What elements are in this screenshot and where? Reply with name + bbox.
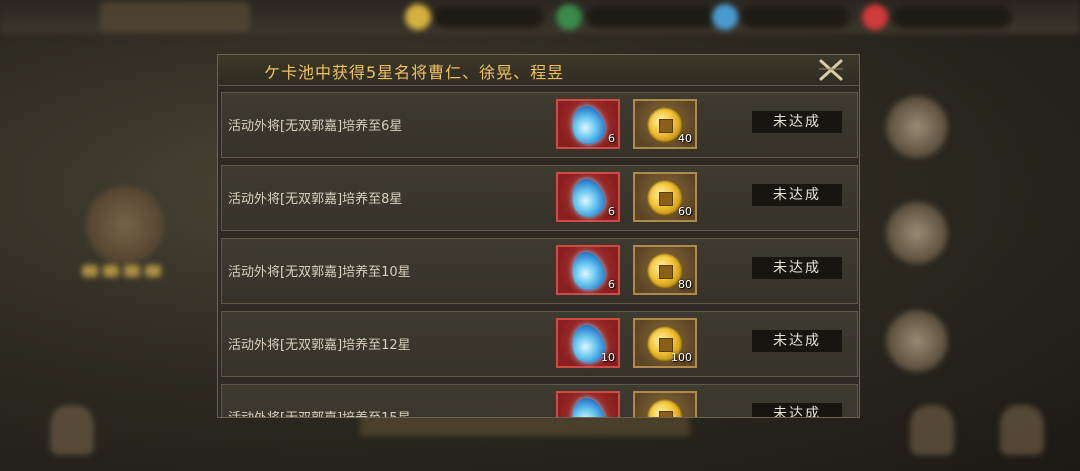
task-label: 活动外将[无双郭嘉]培养至8星 [228, 192, 403, 207]
reward-quantity: 6 [608, 278, 615, 291]
star-rating [82, 262, 166, 281]
reward-quantity: 6 [608, 132, 615, 145]
close-button[interactable] [817, 58, 845, 82]
character-portrait-icon [1000, 405, 1044, 455]
resource-counter [892, 6, 1012, 28]
blue-gem-icon [566, 393, 610, 417]
blue-gem-icon [566, 101, 610, 149]
reward-quantity: 60 [678, 205, 692, 218]
status-button[interactable]: 未达成 [752, 257, 842, 279]
resource-counter [434, 6, 544, 28]
reward-slot-gem[interactable]: 10 [556, 318, 620, 368]
blue-gem-icon [566, 174, 610, 222]
reward-quantity: 100 [671, 351, 692, 364]
close-x-icon [819, 59, 843, 81]
reward-slot-coin[interactable]: 60 [633, 172, 697, 222]
character-portrait-icon [50, 405, 94, 455]
character-portrait-icon [910, 405, 954, 455]
status-button[interactable]: 未达成 [752, 111, 842, 133]
menu-medallion-icon [886, 202, 948, 264]
green-resource-icon [556, 4, 582, 30]
red-resource-icon [862, 4, 888, 30]
task-row: 活动外将[无双郭嘉]培养至15星 未达成 [221, 384, 858, 417]
task-label: 活动外将[无双郭嘉]培养至10星 [228, 265, 411, 280]
reward-quantity: 6 [608, 205, 615, 218]
reward-slot-gem[interactable]: 6 [556, 99, 620, 149]
menu-medallion-icon [886, 310, 948, 372]
menu-medallion-icon [886, 96, 948, 158]
reward-quantity: 10 [601, 351, 615, 364]
task-label: 活动外将[无双郭嘉]培养至6星 [228, 119, 403, 134]
status-button[interactable]: 未达成 [752, 403, 842, 417]
task-row: 活动外将[无双郭嘉]培养至6星 6 40 未达成 [221, 92, 858, 158]
reward-quantity: 80 [678, 278, 692, 291]
task-label: 活动外将[无双郭嘉]培养至12星 [228, 338, 411, 353]
task-row: 活动外将[无双郭嘉]培养至8星 6 60 未达成 [221, 165, 858, 231]
blurred-title-banner [100, 2, 250, 32]
status-button[interactable]: 未达成 [752, 184, 842, 206]
reward-slot-coin[interactable]: 80 [633, 245, 697, 295]
task-label: 活动外将[无双郭嘉]培养至15星 [228, 407, 411, 417]
status-button[interactable]: 未达成 [752, 330, 842, 352]
hero-medallion-icon [86, 186, 164, 264]
panel-header: ケ卡池中获得5星名将曹仁、徐晃、程昱 [218, 55, 859, 86]
task-row: 活动外将[无双郭嘉]培养至10星 6 80 未达成 [221, 238, 858, 304]
reward-slot-coin[interactable] [633, 391, 697, 417]
task-row: 活动外将[无双郭嘉]培养至12星 10 100 未达成 [221, 311, 858, 377]
reward-quantity: 40 [678, 132, 692, 145]
reward-slot-coin[interactable]: 100 [633, 318, 697, 368]
reward-slot-gem[interactable]: 6 [556, 245, 620, 295]
blue-resource-icon [712, 4, 738, 30]
panel-title: ケ卡池中获得5星名将曹仁、徐晃、程昱 [264, 63, 565, 82]
reward-slot-gem[interactable] [556, 391, 620, 417]
blue-gem-icon [566, 247, 610, 295]
reward-slot-gem[interactable]: 6 [556, 172, 620, 222]
resource-counter [586, 6, 716, 28]
reward-slot-coin[interactable]: 40 [633, 99, 697, 149]
task-reward-panel: ケ卡池中获得5星名将曹仁、徐晃、程昱 活动外将[无双郭嘉]培养至6星 6 40 … [217, 54, 860, 418]
resource-counter [740, 6, 850, 28]
gold-resource-icon [405, 4, 431, 30]
gold-coin-icon [647, 399, 683, 417]
